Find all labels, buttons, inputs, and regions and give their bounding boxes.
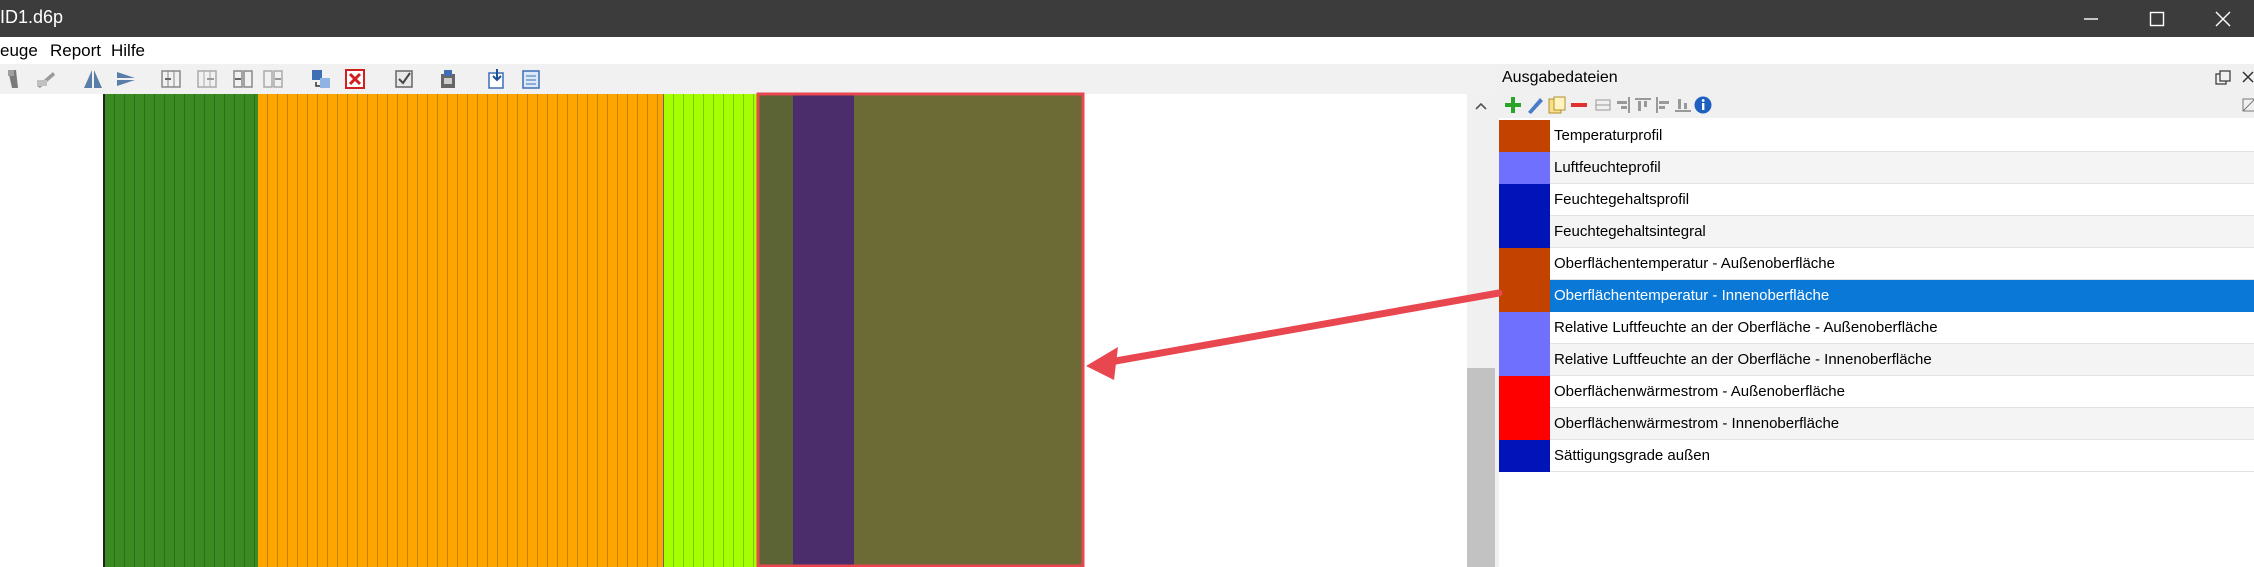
color-swatch: [1499, 312, 1550, 344]
title-bar: ID1.d6p: [0, 0, 2254, 37]
output-file-label: Feuchtegehaltsintegral: [1554, 223, 1706, 240]
import-icon[interactable]: [486, 68, 508, 90]
output-file-label: Oberflächentemperatur - Innenoberfläche: [1554, 287, 1830, 304]
output-file-label: Oberflächentemperatur - Außenoberfläche: [1554, 255, 1835, 272]
window-title: ID1.d6p: [0, 7, 64, 27]
color-swatch: [1499, 120, 1550, 152]
menu-werkzeuge[interactable]: euge: [0, 41, 38, 61]
info-icon[interactable]: [1693, 95, 1713, 115]
assign-icon[interactable]: [310, 68, 332, 90]
output-file-label: Luftfeuchteprofil: [1554, 159, 1661, 176]
color-swatch: [1499, 216, 1550, 248]
output-files-panel: Ausgabedateien Temperaturprofil Luftfeuc…: [1499, 64, 2254, 567]
list-item[interactable]: Oberflächentemperatur - Innenoberfläche: [1499, 280, 2254, 312]
merge-icon[interactable]: [262, 68, 284, 90]
output-file-label: Oberflächenwärmestrom - Außenoberfläche: [1554, 383, 1845, 400]
output-file-label: Feuchtegehaltsprofil: [1554, 191, 1690, 208]
menu-report[interactable]: Report: [50, 41, 101, 61]
split-icon[interactable]: [232, 68, 254, 90]
edit-disabled-icon[interactable]: [35, 68, 57, 90]
panel-header: Ausgabedateien: [1499, 64, 2254, 92]
minimize-icon: [2084, 17, 2098, 20]
main-toolbar: [0, 64, 1495, 94]
list-item[interactable]: Oberflächentemperatur - Außenoberfläche: [1499, 248, 2254, 280]
construction-layer-6[interactable]: [854, 94, 1082, 567]
output-file-label: Relative Luftfeuchte an der Oberfläche -…: [1554, 319, 1938, 336]
output-file-label: Relative Luftfeuchte an der Oberfläche -…: [1554, 351, 1932, 368]
list-item[interactable]: Oberflächenwärmestrom - Außenoberfläche: [1499, 376, 2254, 408]
menu-hilfe[interactable]: Hilfe: [111, 41, 145, 61]
minimize-button[interactable]: [2058, 0, 2124, 37]
color-swatch: [1499, 408, 1550, 440]
cut-icon[interactable]: [2, 68, 24, 90]
list-item[interactable]: Temperaturprofil: [1499, 120, 2254, 152]
output-file-label: Sättigungsgrade außen: [1554, 447, 1710, 464]
color-swatch: [1499, 152, 1550, 184]
color-swatch: [1499, 280, 1550, 312]
canvas-vertical-scrollbar[interactable]: [1467, 94, 1495, 567]
menu-bar: euge Report Hilfe: [0, 37, 2254, 64]
maximize-icon: [2149, 11, 2165, 26]
scroll-up-icon[interactable]: [1467, 94, 1495, 118]
construction-layer-3[interactable]: [663, 94, 759, 567]
construction-layer-1[interactable]: [103, 94, 258, 567]
float-panel-icon[interactable]: [2215, 70, 2231, 86]
copy-icon[interactable]: [1547, 95, 1567, 115]
construction-layer-5[interactable]: [793, 94, 854, 567]
close-icon: [2215, 11, 2231, 26]
list-item[interactable]: Feuchtegehaltsprofil: [1499, 184, 2254, 216]
grid-icon[interactable]: [1593, 95, 1613, 115]
close-panel-icon[interactable]: [2241, 70, 2254, 86]
edit-icon[interactable]: [1525, 95, 1545, 115]
color-swatch: [1499, 344, 1550, 376]
material-icon[interactable]: [437, 68, 459, 90]
panel-title: Ausgabedateien: [1502, 69, 1618, 86]
align-left-icon[interactable]: [1653, 95, 1673, 115]
align-right-icon[interactable]: [1613, 95, 1633, 115]
list-item[interactable]: Relative Luftfeuchte an der Oberfläche -…: [1499, 312, 2254, 344]
panel-options-icon[interactable]: [2242, 98, 2254, 112]
color-swatch: [1499, 184, 1550, 216]
insert-left-icon[interactable]: [160, 68, 182, 90]
maximize-button[interactable]: [2124, 0, 2190, 37]
align-icon[interactable]: [115, 68, 137, 90]
output-files-list: Temperaturprofil Luftfeuchteprofil Feuch…: [1499, 120, 2254, 472]
stack-icon[interactable]: [1673, 95, 1693, 115]
color-swatch: [1499, 376, 1550, 408]
construction-layer-4[interactable]: [759, 94, 793, 567]
insert-right-icon[interactable]: [196, 68, 218, 90]
list-item[interactable]: Sättigungsgrade außen: [1499, 440, 2254, 472]
construction-canvas[interactable]: [0, 94, 1467, 567]
mirror-icon[interactable]: [82, 68, 104, 90]
scrollbar-thumb[interactable]: [1467, 368, 1495, 567]
list-item[interactable]: Luftfeuchteprofil: [1499, 152, 2254, 184]
align-top-icon[interactable]: [1633, 95, 1653, 115]
add-icon[interactable]: [1503, 95, 1523, 115]
color-swatch: [1499, 440, 1550, 472]
delete-icon[interactable]: [344, 68, 366, 90]
output-file-label: Oberflächenwärmestrom - Innenoberfläche: [1554, 415, 1840, 432]
panel-toolbar: [1499, 92, 2254, 118]
check-icon[interactable]: [393, 68, 415, 90]
export-icon[interactable]: [520, 68, 542, 90]
color-swatch: [1499, 248, 1550, 280]
list-item[interactable]: Relative Luftfeuchte an der Oberfläche -…: [1499, 344, 2254, 376]
construction-layer-2[interactable]: [258, 94, 663, 567]
remove-icon[interactable]: [1569, 95, 1589, 115]
close-button[interactable]: [2190, 0, 2254, 37]
output-file-label: Temperaturprofil: [1554, 127, 1663, 144]
list-item[interactable]: Oberflächenwärmestrom - Innenoberfläche: [1499, 408, 2254, 440]
list-item[interactable]: Feuchtegehaltsintegral: [1499, 216, 2254, 248]
